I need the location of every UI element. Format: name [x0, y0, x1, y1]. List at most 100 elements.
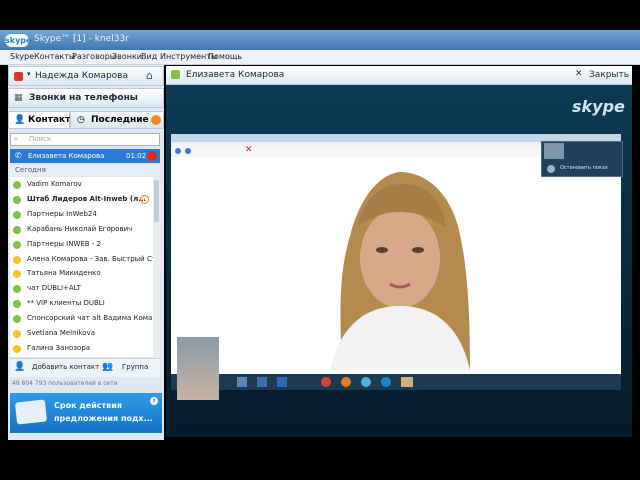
contact-status-icon — [13, 255, 21, 264]
contact-row[interactable]: Галина Занозора — [10, 341, 153, 356]
forward-icon — [185, 148, 191, 154]
contact-status-icon — [13, 315, 21, 324]
menu-conversations[interactable]: Разговоры — [72, 52, 116, 61]
add-contact-button[interactable]: Добавить контакт — [32, 363, 99, 371]
contact-row[interactable]: Карабань Николай Егорович — [10, 222, 153, 237]
skype-taskbar-icon — [381, 377, 391, 387]
taskbar-app-icon — [237, 377, 247, 387]
contact-name: Карабань Николай Егорович — [27, 224, 133, 233]
promo-close-icon[interactable]: x — [150, 397, 158, 405]
gift-card-icon — [14, 399, 48, 425]
portrait-photo — [320, 166, 480, 370]
contact-row[interactable]: Алена Комарова - Зав. Быстрый Ста... — [10, 252, 153, 267]
contact-row[interactable]: Vadim Komarov — [10, 177, 153, 192]
active-call-row[interactable]: ✆ Елизавета Комарова 01:02 — [10, 149, 160, 163]
taskbar-app-icon — [277, 377, 287, 387]
stop-sharing-button[interactable]: Остановить показ — [560, 165, 608, 171]
contact-name: Vadim Komarov — [27, 180, 82, 188]
status-dropdown-icon[interactable]: ▾ — [27, 70, 31, 78]
close-icon[interactable]: ✕ — [575, 69, 583, 79]
contact-name: Галина Занозора — [27, 343, 91, 352]
contact-status-icon — [13, 225, 21, 234]
contact-status-icon — [13, 240, 21, 249]
contact-row[interactable]: Партнеры InWeb24 — [10, 207, 153, 222]
contact-name: чат DUBLI+ALT — [27, 284, 81, 293]
menu-view[interactable]: Вид — [141, 52, 157, 61]
contact-status-icon — [13, 344, 21, 353]
group-button[interactable]: Группа — [122, 363, 148, 371]
conversation-title: Елизавета Комарова — [186, 70, 285, 80]
home-icon[interactable]: ⌂ — [146, 69, 153, 82]
menu-skype[interactable]: Skype — [10, 52, 34, 61]
notification-icon — [151, 115, 161, 125]
contact-row[interactable]: Партнеры INWEB - 2 — [10, 237, 153, 252]
window-title: Skype™ [1] - knel33r — [34, 34, 129, 44]
contact-name: Штаб Лидеров Alt-Inweb (л... — [27, 194, 147, 203]
contact-row[interactable]: Svetlana Melnikova — [10, 326, 153, 341]
contact-status-icon — [13, 181, 21, 189]
shared-window-taskbar — [171, 374, 621, 390]
group-icon: 👥 — [102, 362, 114, 372]
tab-contacts[interactable]: 👤 Контакты — [8, 111, 79, 129]
contact-name: Спонсорский чат alt Вадима Комаро... — [27, 314, 153, 323]
chrome-icon — [321, 377, 331, 387]
contact-name: Татьяна Микиденко — [27, 269, 101, 278]
contact-status-icon — [13, 330, 21, 338]
dialpad-icon: ▦ — [14, 93, 23, 103]
alert-badge-icon: ! — [140, 194, 149, 204]
call-phones-label: Звонки на телефоны — [29, 93, 138, 103]
contact-status-icon — [13, 270, 21, 279]
active-call-name: Елизавета Комарова — [28, 152, 105, 160]
promo-line1: Срок действия — [54, 401, 122, 410]
contacts-tabs: 👤 Контакты ◷ Последние — [8, 111, 164, 129]
status-busy-icon — [14, 72, 23, 81]
menu-bar: Skype Контакты Разговоры Звонки Вид Инст… — [0, 50, 640, 65]
tab-recent[interactable]: ◷ Последние — [70, 111, 164, 129]
contact-name: Партнеры InWeb24 — [27, 209, 97, 218]
contact-row[interactable]: ** VIP клиенты DUBLI — [10, 296, 153, 311]
ie-icon — [361, 377, 371, 387]
add-contact-icon: 👤 — [14, 362, 26, 372]
contact-status-icon — [13, 210, 21, 219]
contact-status-icon — [13, 285, 21, 294]
tab-recent-label: Последние — [91, 115, 149, 125]
contact-name: Партнеры INWEB - 2 — [27, 239, 102, 248]
menu-calls[interactable]: Звонки — [112, 52, 142, 61]
stop-share-icon — [547, 165, 555, 173]
clock-icon: ◷ — [77, 115, 85, 125]
menu-contacts[interactable]: Контакты — [34, 52, 75, 61]
firefox-icon — [341, 377, 351, 387]
contact-status-icon — [13, 195, 21, 204]
contact-name: Алена Комарова - Зав. Быстрый Ста... — [27, 254, 153, 263]
call-duration: 01:02 — [126, 152, 147, 160]
section-today: Сегодня — [10, 165, 160, 176]
users-online-count: 48 804 793 пользователей в сети — [12, 380, 118, 387]
bottom-buttons: 👤 Добавить контакт 👥 Группа — [10, 358, 160, 377]
skype-watermark-logo: skype — [572, 97, 625, 116]
photo-thumbnail — [177, 337, 219, 400]
skype-logo-badge: skype — [5, 34, 32, 47]
promo-banner[interactable]: Срок действия предложения подх... x — [10, 393, 162, 433]
contact-row[interactable]: Штаб Лидеров Alt-Inweb (л...! — [10, 192, 153, 207]
contact-name: ** VIP клиенты DUBLI — [27, 299, 105, 308]
contact-row[interactable]: Татьяна Микиденко — [10, 266, 153, 281]
contacts-person-icon: 👤 — [14, 115, 26, 125]
chat-status-icon — [171, 70, 180, 79]
contact-row[interactable]: Спонсорский чат alt Вадима Комаро... — [10, 311, 153, 326]
delete-icon: ✕ — [245, 145, 253, 155]
profile-bar[interactable]: ▾ Надежда Комарова ⌂ — [8, 66, 164, 86]
section-today-label: Сегодня — [15, 166, 46, 174]
taskbar-app-icon — [401, 377, 413, 387]
hangup-icon[interactable] — [147, 151, 157, 161]
scrollbar-thumb[interactable] — [154, 180, 159, 222]
contact-status-icon — [13, 300, 21, 309]
search-input[interactable]: Поиск — [10, 133, 160, 146]
call-phones-button[interactable]: ▦ Звонки на телефоны — [8, 88, 164, 108]
search-icon: ⌕ — [14, 135, 18, 143]
conversation-header: Елизавета Комарова ✕ Закрыть — [166, 66, 632, 85]
profile-name: Надежда Комарова — [35, 71, 128, 81]
taskbar-app-icon — [257, 377, 267, 387]
menu-help[interactable]: Помощь — [208, 52, 242, 61]
contact-row[interactable]: чат DUBLI+ALT — [10, 281, 153, 296]
close-conversation-button[interactable]: Закрыть — [589, 70, 629, 80]
